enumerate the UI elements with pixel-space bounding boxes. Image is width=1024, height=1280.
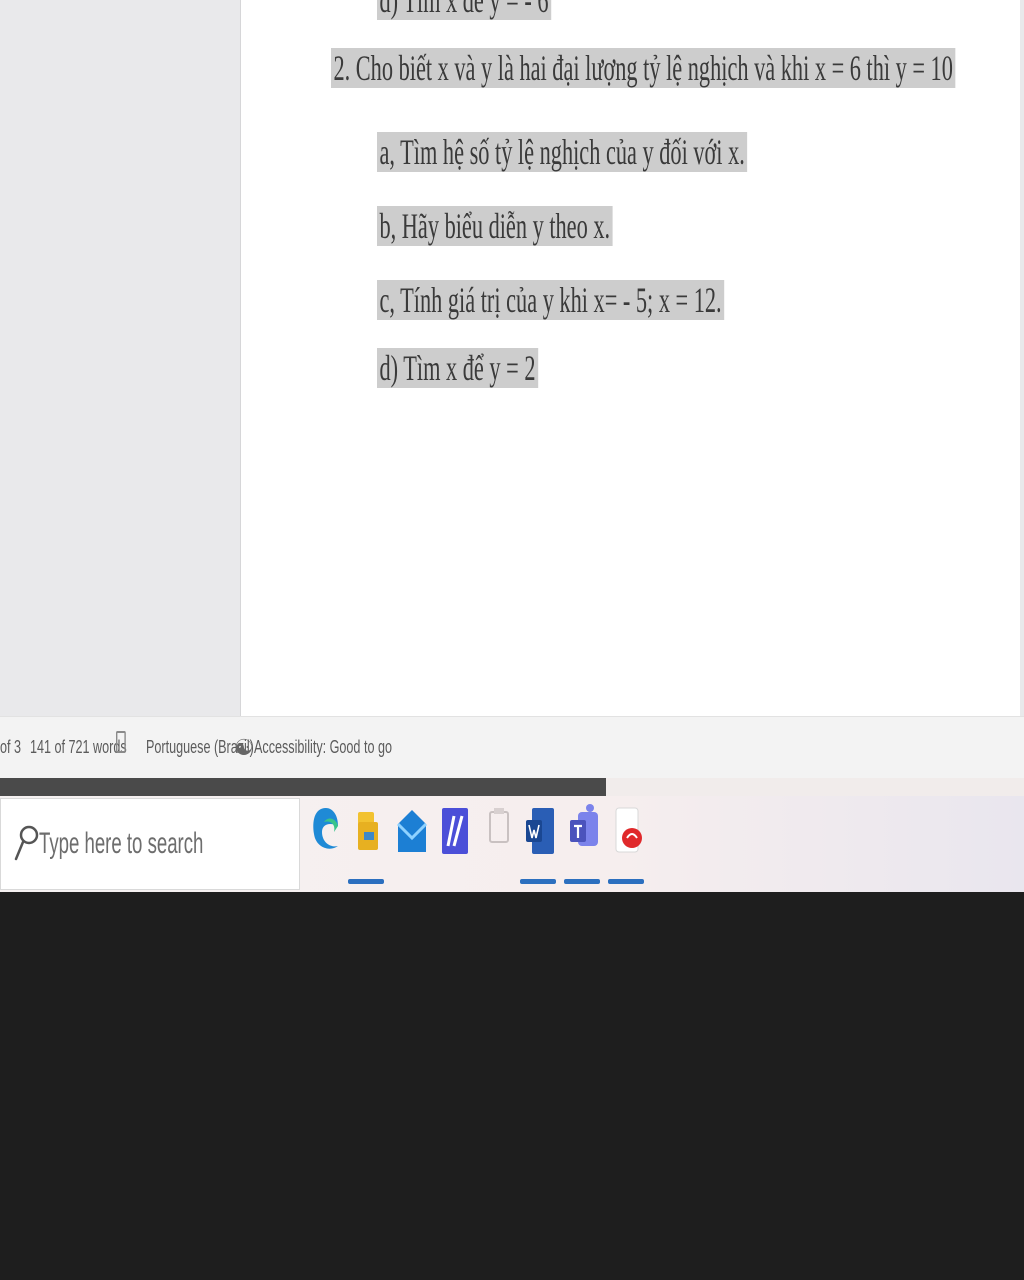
active-indicator <box>608 879 644 884</box>
app-icon[interactable] <box>436 802 476 886</box>
active-indicator <box>520 879 556 884</box>
word-icon[interactable] <box>520 802 560 886</box>
dark-background <box>0 892 1024 1280</box>
doc-line-question-2[interactable]: 2. Cho biết x và y là hai đại lượng tỷ l… <box>331 40 956 96</box>
clipboard-icon[interactable] <box>480 802 520 886</box>
file-explorer-icon[interactable] <box>348 802 388 886</box>
doc-line-part-b[interactable]: b, Hãy biểu diễn y theo x. <box>377 198 613 254</box>
search-input[interactable]: Type here to search <box>39 827 203 861</box>
doc-line-part-c[interactable]: c, Tính giá trị của y khi x= - 5; x = 12… <box>377 272 725 328</box>
doc-line-part-a[interactable]: a, Tìm hệ số tỷ lệ nghịch của y đối với … <box>377 124 748 180</box>
acrobat-icon[interactable] <box>608 802 648 886</box>
document-page[interactable]: d) Tìm x để y = - 6 2. Cho biết x và y l… <box>240 0 1020 716</box>
taskbar-search-box[interactable]: Type here to search <box>0 798 300 890</box>
taskbar: Type here to search <box>0 796 1024 892</box>
scrollbar-track <box>606 778 1024 796</box>
document-workspace: d) Tìm x để y = - 6 2. Cho biết x và y l… <box>0 0 1024 716</box>
proofing-icon[interactable] <box>116 731 126 753</box>
active-indicator <box>348 879 384 884</box>
edge-icon[interactable] <box>306 802 346 886</box>
active-indicator <box>564 879 600 884</box>
horizontal-scrollbar[interactable] <box>0 778 606 796</box>
teams-icon[interactable] <box>564 802 604 886</box>
doc-line-part-d[interactable]: d) Tìm x để y = 2 <box>377 340 538 396</box>
search-icon <box>14 825 39 861</box>
accessibility-icon[interactable]: ☯ <box>234 735 254 761</box>
status-bar: of 3 141 of 721 words Portuguese (Brazil… <box>0 716 1024 778</box>
accessibility-status[interactable]: Accessibility: Good to go <box>254 737 392 758</box>
mail-icon[interactable] <box>392 802 432 886</box>
page-count[interactable]: of 3 <box>0 737 21 758</box>
doc-line-prev[interactable]: d) Tìm x để y = - 6 <box>377 0 551 28</box>
word-count[interactable]: 141 of 721 words <box>30 737 127 758</box>
